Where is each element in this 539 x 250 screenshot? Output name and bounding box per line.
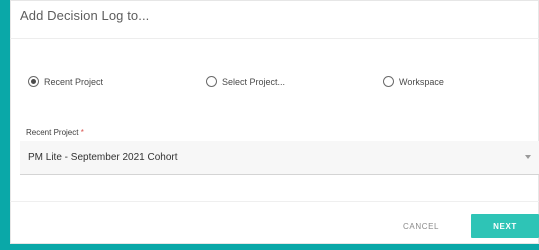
add-decision-log-dialog: Add Decision Log to... Recent Project Se… [10,0,539,244]
field-label-text: Recent Project [26,128,79,137]
chevron-down-icon[interactable] [525,155,531,159]
required-marker: * [80,128,84,137]
recent-project-select[interactable]: PM Lite - September 2021 Cohort [20,141,539,175]
cancel-button[interactable]: CANCEL [403,222,439,231]
radio-workspace[interactable]: Workspace [383,76,444,87]
radio-button-icon[interactable] [383,76,394,87]
header-divider [10,38,539,39]
select-value: PM Lite - September 2021 Cohort [28,152,178,163]
recent-project-label: Recent Project * [26,128,84,137]
destination-radio-group: Recent Project Select Project... Workspa… [10,76,539,92]
dialog-title: Add Decision Log to... [20,8,150,23]
radio-recent-project[interactable]: Recent Project [28,76,103,87]
radio-select-project[interactable]: Select Project... [206,76,285,87]
radio-button-icon[interactable] [28,76,39,87]
footer-divider [10,201,539,202]
radio-button-icon[interactable] [206,76,217,87]
radio-label: Recent Project [44,76,104,87]
next-button[interactable]: NEXT [471,214,539,238]
radio-label: Select Project... [222,76,286,87]
radio-label: Workspace [399,76,444,87]
radio-selected-dot [31,79,36,84]
